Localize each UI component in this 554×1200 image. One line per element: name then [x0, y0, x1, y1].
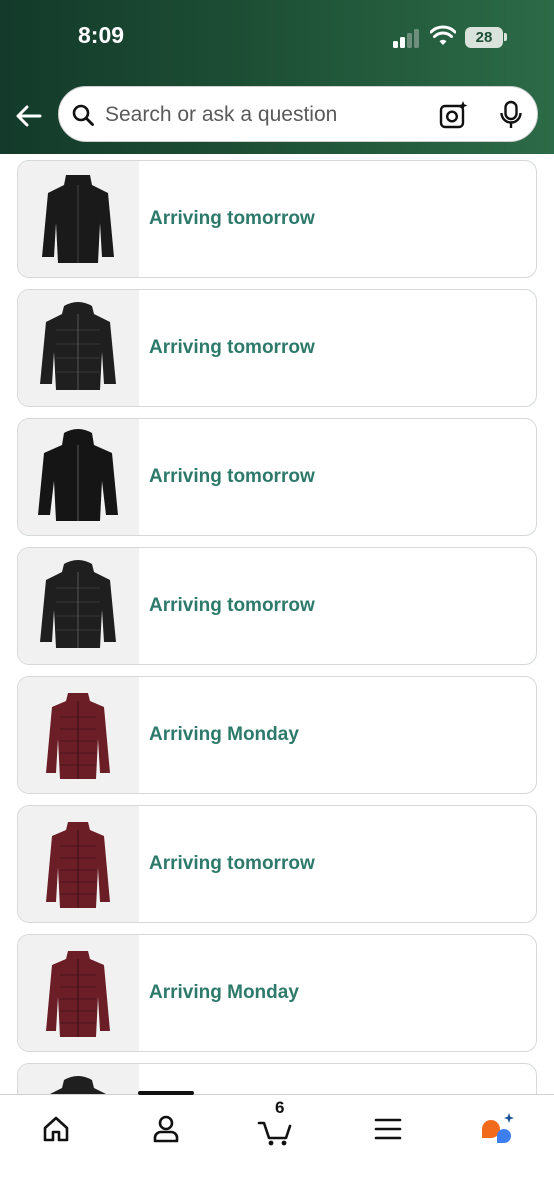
account-icon[interactable] [146, 1109, 186, 1149]
order-card-partial[interactable] [17, 1063, 537, 1094]
search-input[interactable] [105, 87, 425, 143]
rufus-assistant-icon[interactable] [478, 1109, 518, 1149]
home-icon[interactable] [36, 1109, 76, 1149]
delivery-status: Arriving tomorrow [149, 853, 315, 874]
delivery-status: Arriving tomorrow [149, 208, 315, 229]
search-icon [72, 104, 94, 126]
wifi-icon [430, 25, 456, 45]
battery-icon: 28 [465, 27, 503, 48]
product-image [18, 161, 139, 277]
menu-icon[interactable] [368, 1109, 408, 1149]
product-image [18, 806, 139, 922]
order-card[interactable]: Arriving tomorrow [17, 805, 537, 923]
status-time: 8:09 [78, 22, 125, 48]
delivery-status: Arriving tomorrow [149, 595, 315, 616]
order-card[interactable]: Arriving tomorrow [17, 289, 537, 407]
order-card[interactable]: Arriving tomorrow [17, 160, 537, 278]
bottom-nav: 6 [0, 1091, 554, 1200]
order-card[interactable]: Arriving tomorrow [17, 418, 537, 536]
status-bar: 8:09 28 [0, 0, 554, 70]
delivery-status: Arriving Monday [149, 982, 299, 1003]
search-bar[interactable] [58, 86, 538, 143]
product-image [18, 1064, 139, 1094]
orders-list: Arriving tomorrow Arriving tomorrow Arri… [0, 154, 554, 1094]
active-tab-indicator [138, 1091, 194, 1095]
product-image [18, 677, 139, 793]
product-image [18, 548, 139, 664]
order-card[interactable]: Arriving Monday [17, 934, 537, 1052]
cellular-signal-icon [393, 28, 421, 48]
header: 8:09 28 [0, 0, 554, 154]
order-card[interactable]: Arriving tomorrow [17, 547, 537, 665]
delivery-status: Arriving tomorrow [149, 337, 315, 358]
product-image [18, 419, 139, 535]
delivery-status: Arriving Monday [149, 724, 299, 745]
cart-count-badge: 6 [275, 1098, 285, 1117]
camera-search-icon[interactable] [439, 100, 469, 130]
order-card[interactable]: Arriving Monday [17, 676, 537, 794]
back-arrow-icon[interactable] [14, 101, 44, 131]
delivery-status: Arriving tomorrow [149, 466, 315, 487]
microphone-icon[interactable] [497, 100, 525, 130]
battery-tip [504, 33, 507, 41]
product-image [18, 290, 139, 406]
product-image [18, 935, 139, 1051]
